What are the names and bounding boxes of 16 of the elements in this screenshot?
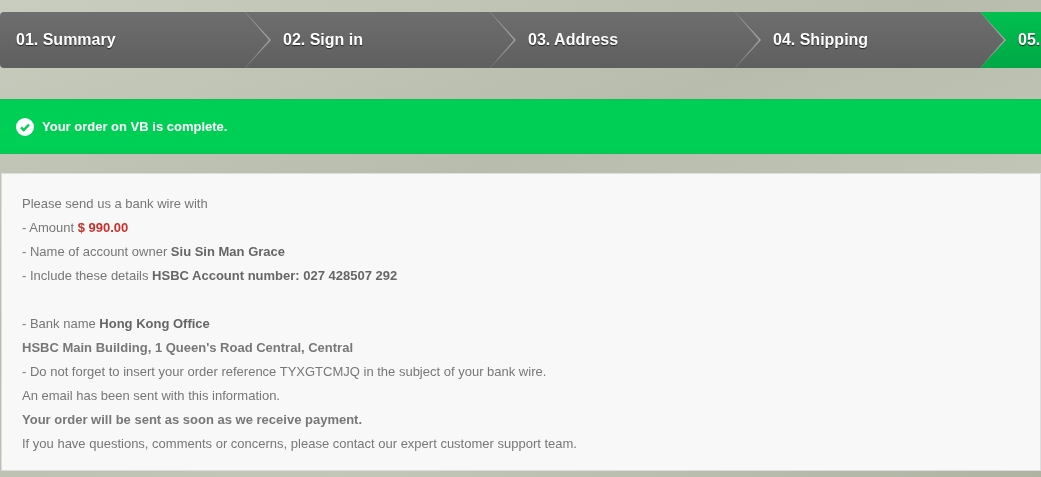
- instruction-line: If you have questions, comments or concerns, please contact our expert customer support team.: [22, 435, 578, 453]
- instruction-line: An email has been sent with this information.: [22, 387, 281, 405]
- instruction-line: Your order will be sent as soon as we receive payment.: [22, 411, 364, 429]
- instruction-line: - Bank name Hong Kong Office: [22, 315, 211, 333]
- instruction-line: - Do not forget to insert your order reference TYXGTCMJQ in the subject of your bank wire.: [22, 363, 548, 381]
- instruction-line: HSBC Main Building, 1 Queen's Road Central, Central: [22, 339, 355, 357]
- instruction-line: - Name of account owner Siu Sin Man Grace: [22, 243, 286, 261]
- alert-message: Your order on VB is complete.: [42, 119, 228, 134]
- checkout-step[interactable]: 02. Sign in: [245, 12, 490, 68]
- instruction-line: Please send us a bank wire with: [22, 195, 209, 213]
- checkout-step[interactable]: 04. Shipping: [735, 12, 980, 68]
- instruction-line: - Amount $ 990.00: [22, 219, 130, 237]
- check-icon: [16, 117, 34, 136]
- checkout-step[interactable]: 03. Address: [490, 12, 735, 68]
- instruction-line: - Include these details HSBC Account number: 027 428507 292: [22, 267, 399, 285]
- checkout-step[interactable]: 01. Summary: [0, 12, 245, 68]
